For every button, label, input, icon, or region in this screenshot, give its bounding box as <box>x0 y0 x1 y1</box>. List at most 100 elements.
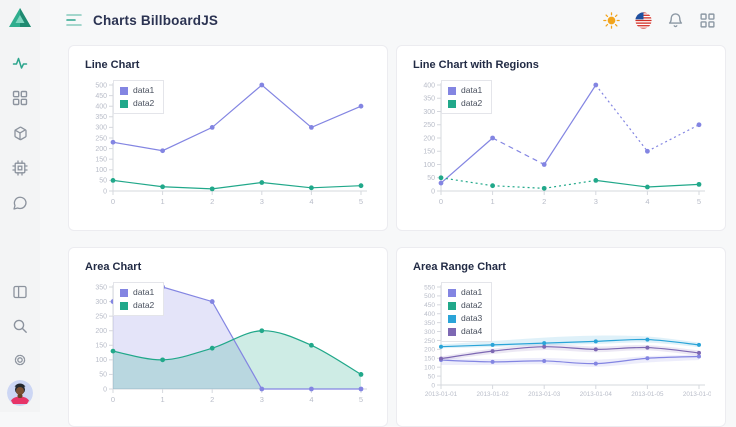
svg-text:5: 5 <box>359 395 363 404</box>
legend-item-data4[interactable]: data4 <box>448 326 482 337</box>
svg-text:150: 150 <box>424 356 435 363</box>
svg-text:500: 500 <box>424 293 435 300</box>
widgets-grid-icon[interactable] <box>12 90 28 106</box>
legend-label: data1 <box>461 287 482 298</box>
svg-text:500: 500 <box>95 82 107 89</box>
legend-item-data2[interactable]: data2 <box>120 98 154 109</box>
activity-icon[interactable] <box>12 55 28 71</box>
legend-item-data1[interactable]: data1 <box>120 85 154 96</box>
sidebar-nav <box>12 55 28 211</box>
legend-label: data2 <box>461 98 482 109</box>
svg-text:2: 2 <box>210 395 214 404</box>
svg-text:3: 3 <box>260 197 264 206</box>
svg-text:400: 400 <box>423 82 435 89</box>
svg-text:200: 200 <box>423 135 435 142</box>
legend-label: data1 <box>133 287 154 298</box>
search-icon[interactable] <box>12 318 28 334</box>
language-us-flag-icon[interactable] <box>635 12 652 29</box>
card-line-chart-regions: Line Chart with Regions 0501001502002503… <box>396 45 726 231</box>
svg-text:2013-01-05: 2013-01-05 <box>631 391 664 398</box>
svg-text:450: 450 <box>95 93 107 100</box>
triangle-logo-icon[interactable] <box>8 7 32 33</box>
svg-text:2013-01-01: 2013-01-01 <box>425 391 458 398</box>
svg-text:200: 200 <box>95 328 107 335</box>
legend-label: data4 <box>461 326 482 337</box>
apps-grid-icon[interactable] <box>699 12 716 29</box>
legend-swatch-icon <box>448 100 456 108</box>
svg-text:150: 150 <box>95 343 107 350</box>
svg-text:300: 300 <box>424 329 435 336</box>
svg-text:100: 100 <box>423 162 435 169</box>
svg-text:2013-01-02: 2013-01-02 <box>476 391 509 398</box>
notifications-bell-icon[interactable] <box>667 12 684 29</box>
legend-swatch-icon <box>120 87 128 95</box>
legend-swatch-icon <box>448 302 456 310</box>
cpu-chip-icon[interactable] <box>12 160 28 176</box>
svg-text:1: 1 <box>161 197 165 206</box>
svg-text:150: 150 <box>95 157 107 164</box>
svg-text:4: 4 <box>309 395 313 404</box>
svg-text:5: 5 <box>697 197 701 206</box>
hamburger-menu-icon[interactable] <box>66 13 84 27</box>
svg-text:350: 350 <box>423 96 435 103</box>
svg-text:250: 250 <box>424 338 435 345</box>
legend-item-data2[interactable]: data2 <box>448 98 482 109</box>
charts-grid: Line Chart 05010015020025030035040045050… <box>40 40 736 427</box>
main-area: Charts BillboardJS Line Chart 0501001502… <box>40 0 736 427</box>
svg-text:0: 0 <box>103 188 107 195</box>
legend-item-data2[interactable]: data2 <box>120 300 154 311</box>
package-box-icon[interactable] <box>12 125 28 141</box>
svg-text:0: 0 <box>111 395 115 404</box>
legend-swatch-icon <box>448 289 456 297</box>
legend-swatch-icon <box>120 302 128 310</box>
svg-text:100: 100 <box>95 167 107 174</box>
card-title: Area Chart <box>69 248 387 276</box>
header-actions <box>603 12 716 29</box>
svg-text:550: 550 <box>424 284 435 291</box>
svg-text:300: 300 <box>95 299 107 306</box>
svg-text:0: 0 <box>431 382 435 389</box>
legend-item-data1[interactable]: data1 <box>120 287 154 298</box>
card-area-chart: Area Chart 050100150200250300350012345 d… <box>68 247 388 427</box>
legend-label: data2 <box>133 98 154 109</box>
svg-text:3: 3 <box>594 197 598 206</box>
layout-panel-icon[interactable] <box>12 284 28 300</box>
legend-swatch-icon <box>448 315 456 323</box>
card-title: Line Chart <box>69 46 387 74</box>
chat-bubble-icon[interactable] <box>12 195 28 211</box>
card-area-range-chart: Area Range Chart 05010015020025030035040… <box>396 247 726 427</box>
legend-item-data1[interactable]: data1 <box>448 85 482 96</box>
svg-text:3: 3 <box>260 395 264 404</box>
svg-text:400: 400 <box>95 104 107 111</box>
svg-text:4: 4 <box>309 197 313 206</box>
svg-text:1: 1 <box>491 197 495 206</box>
legend-label: data2 <box>133 300 154 311</box>
card-title: Line Chart with Regions <box>397 46 725 74</box>
area-chart-legend: data1 data2 <box>113 282 164 316</box>
svg-text:5: 5 <box>359 197 363 206</box>
svg-text:0: 0 <box>111 197 115 206</box>
legend-item-data1[interactable]: data1 <box>448 287 482 298</box>
svg-text:250: 250 <box>423 122 435 129</box>
settings-gear-icon[interactable] <box>12 352 28 368</box>
card-line-chart: Line Chart 05010015020025030035040045050… <box>68 45 388 231</box>
svg-text:300: 300 <box>95 125 107 132</box>
svg-text:350: 350 <box>424 320 435 327</box>
theme-sun-icon[interactable] <box>603 12 620 29</box>
user-avatar[interactable] <box>7 380 33 406</box>
legend-swatch-icon <box>448 87 456 95</box>
sidebar <box>0 0 40 412</box>
svg-text:300: 300 <box>423 109 435 116</box>
svg-text:2: 2 <box>542 197 546 206</box>
svg-text:100: 100 <box>95 357 107 364</box>
svg-text:150: 150 <box>423 149 435 156</box>
legend-item-data2[interactable]: data2 <box>448 300 482 311</box>
area-range-chart-legend: data1 data2 data3 data4 <box>441 282 492 342</box>
svg-text:350: 350 <box>95 114 107 121</box>
svg-text:250: 250 <box>95 135 107 142</box>
line-chart-with-regions: 050100150200250300350400012345 data1data… <box>397 74 725 209</box>
card-title: Area Range Chart <box>397 248 725 276</box>
area-range-chart: 0501001502002503003504004505005502013-01… <box>397 276 725 401</box>
legend-item-data3[interactable]: data3 <box>448 313 482 324</box>
sidebar-bottom-nav <box>12 284 28 368</box>
